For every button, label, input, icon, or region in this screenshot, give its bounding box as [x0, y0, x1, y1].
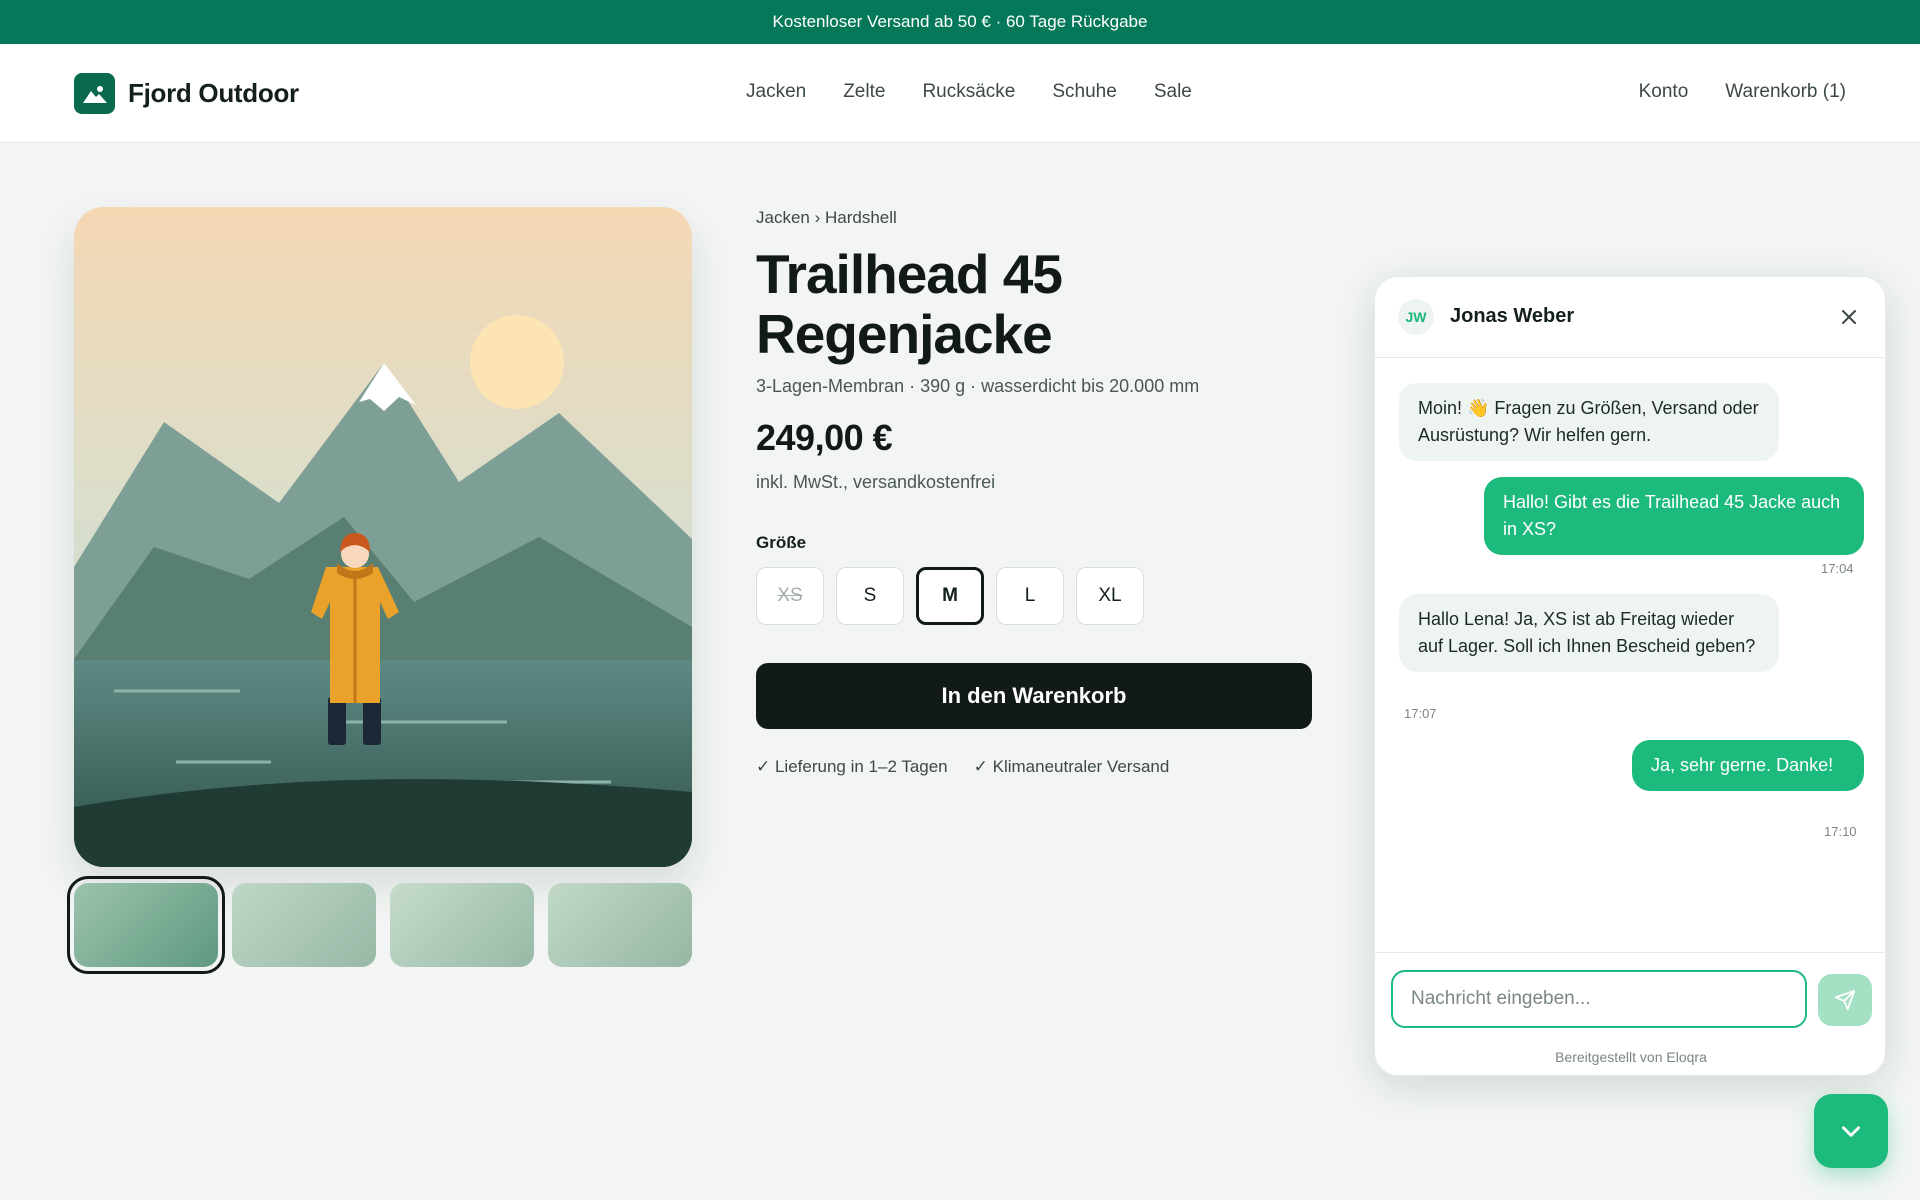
- nav-item-rucksaecke[interactable]: Rucksäcke: [922, 81, 1015, 103]
- product-hero-image: [74, 207, 692, 867]
- size-label: Größe: [756, 533, 807, 552]
- brand-name: Fjord Outdoor: [128, 78, 299, 108]
- chat-header: JW Jonas Weber: [1375, 277, 1885, 358]
- nav-item-schuhe[interactable]: Schuhe: [1052, 81, 1116, 103]
- message-agent: Moin! 👋 Fragen zu Größen, Versand oder A…: [1399, 383, 1779, 461]
- breadcrumb[interactable]: Jacken › Hardshell: [756, 208, 897, 228]
- message-input[interactable]: [1391, 970, 1807, 1028]
- message-time: 17:07: [1404, 706, 1437, 721]
- product-specs: 3-Lagen-Membran · 390 g · wasserdicht bi…: [756, 376, 1200, 396]
- chat-toggle-button[interactable]: [1814, 1094, 1888, 1168]
- site-header: Fjord Outdoor Jacken Zelte Rucksäcke Sch…: [0, 44, 1920, 143]
- nav-item-zelte[interactable]: Zelte: [843, 81, 885, 103]
- message-user: Ja, sehr gerne. Danke!: [1632, 740, 1864, 791]
- close-icon[interactable]: [1837, 305, 1861, 329]
- agent-avatar: JW: [1398, 299, 1434, 335]
- cart-link[interactable]: Warenkorb (1): [1725, 81, 1846, 103]
- main-nav: Jacken Zelte Rucksäcke Schuhe Sale: [746, 81, 1192, 103]
- chevron-down-icon: [1842, 1126, 1860, 1137]
- nav-item-sale[interactable]: Sale: [1154, 81, 1192, 103]
- product-title: Trailhead 45 Regenjacke: [756, 243, 1063, 365]
- thumbnail-1[interactable]: [67, 876, 225, 974]
- send-icon: [1834, 989, 1856, 1011]
- send-button[interactable]: [1818, 974, 1872, 1026]
- message-list: Moin! 👋 Fragen zu Größen, Versand oder A…: [1375, 358, 1885, 952]
- message-agent: Hallo Lena! Ja, XS ist ab Freitag wieder…: [1399, 594, 1779, 672]
- perk-climate: ✓ Klimaneutraler Versand: [973, 757, 1170, 776]
- size-option-xs[interactable]: XS: [756, 567, 824, 625]
- promo-text: Kostenloser Versand ab 50 € · 60 Tage Rü…: [772, 12, 1148, 31]
- size-option-s[interactable]: S: [836, 567, 904, 625]
- message-user: Hallo! Gibt es die Trailhead 45 Jacke au…: [1484, 477, 1864, 555]
- thumbnail-strip: [67, 876, 692, 974]
- agent-name: Jonas Weber: [1450, 305, 1575, 327]
- account-links: Konto Warenkorb (1): [1639, 81, 1846, 103]
- thumbnail-4[interactable]: [548, 883, 692, 967]
- thumbnail-3[interactable]: [390, 883, 534, 967]
- message-time: 17:04: [1821, 561, 1854, 576]
- message-time: 17:10: [1824, 824, 1857, 839]
- tax-note: inkl. MwSt., versandkostenfrei: [756, 472, 996, 492]
- add-to-cart-button[interactable]: In den Warenkorb: [756, 663, 1312, 729]
- account-link[interactable]: Konto: [1639, 81, 1689, 103]
- size-option-l[interactable]: L: [996, 567, 1064, 625]
- mountain-icon: [74, 73, 115, 114]
- size-selector: XS S M L XL: [756, 567, 1144, 625]
- nav-item-jacken[interactable]: Jacken: [746, 81, 806, 103]
- product-price: 249,00 €: [756, 417, 893, 458]
- chat-composer: Bereitgestellt von Eloqra: [1375, 952, 1885, 1075]
- thumbnail-2[interactable]: [232, 883, 376, 967]
- brand-logo[interactable]: Fjord Outdoor: [74, 73, 299, 114]
- promo-banner: Kostenloser Versand ab 50 € · 60 Tage Rü…: [0, 0, 1920, 44]
- chat-widget: JW Jonas Weber Moin! 👋 Fragen zu Größen,…: [1374, 276, 1886, 1076]
- perk-delivery: ✓ Lieferung in 1–2 Tagen: [756, 757, 948, 776]
- size-option-m[interactable]: M: [916, 567, 984, 625]
- powered-by: Bereitgestellt von Eloqra: [1555, 1049, 1707, 1065]
- size-option-xl[interactable]: XL: [1076, 567, 1144, 625]
- delivery-perks: ✓ Lieferung in 1–2 Tagen ✓ Klimaneutrale…: [756, 757, 1169, 777]
